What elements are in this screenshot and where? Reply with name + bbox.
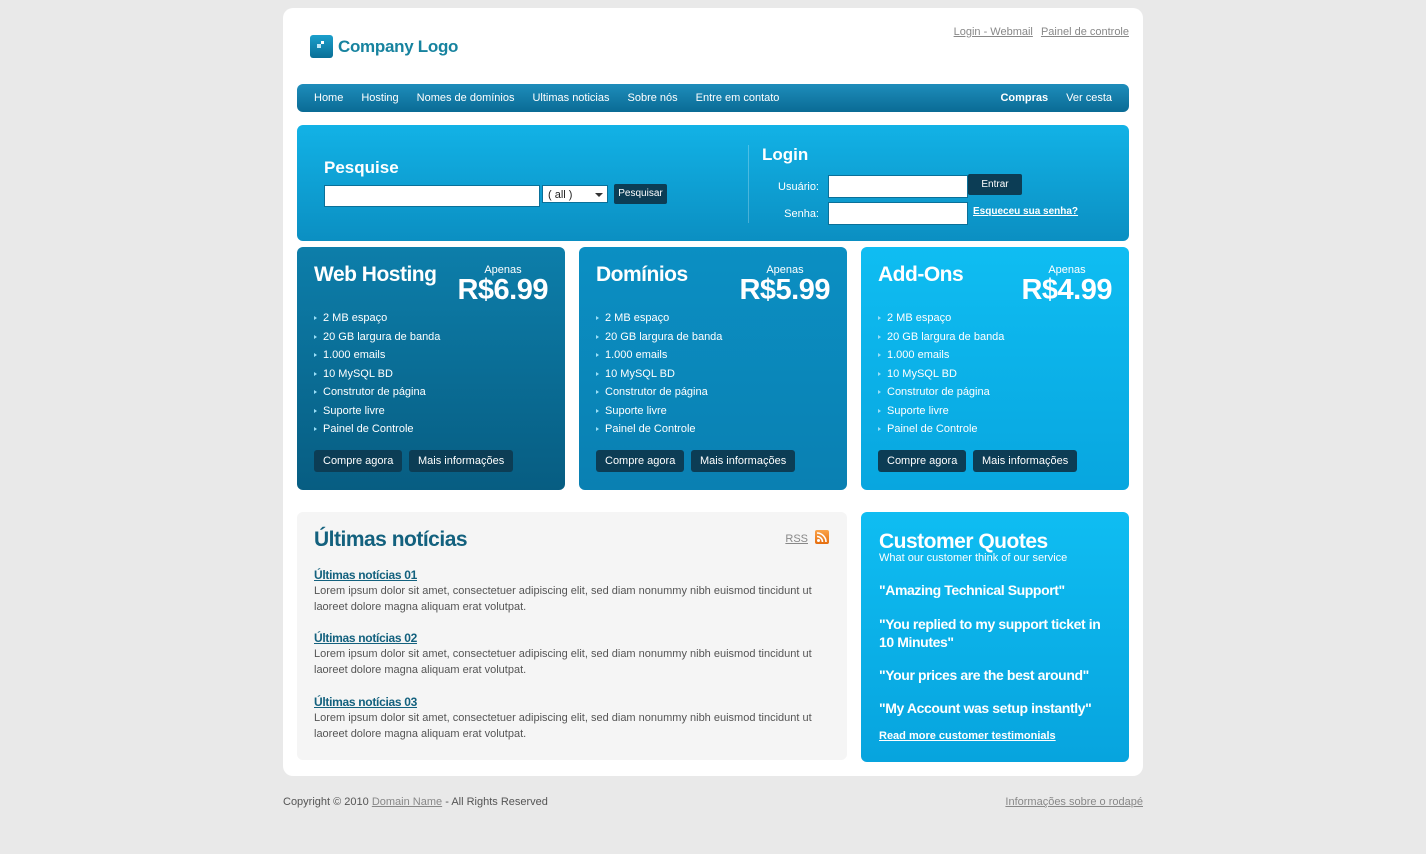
feature-item: 1.000 emails [596, 346, 722, 365]
more-info-button[interactable]: Mais informações [973, 450, 1078, 472]
feature-item: 1.000 emails [314, 346, 440, 365]
feature-item: Painel de Controle [314, 420, 440, 439]
quote-item: "Amazing Technical Support" [879, 582, 1065, 598]
feature-item: Suporte livre [596, 402, 722, 421]
news-item-title-link[interactable]: Últimas notícias 03 [314, 695, 829, 709]
feature-item: Suporte livre [314, 402, 440, 421]
search-title: Pesquise [324, 158, 399, 177]
login-title: Login [762, 145, 809, 164]
rss-link[interactable]: RSS [785, 533, 808, 545]
plan-card-web-hosting: Web Hosting Apenas R$6.99 2 MB espaço 20… [297, 247, 565, 490]
nav-contact[interactable]: Entre em contato [696, 92, 780, 104]
news-panel: Últimas notícias RSS Últimas notícias 01… [297, 512, 847, 760]
search-login-panel: Pesquise ( all ) Pesquisar Login Usuário… [297, 125, 1129, 241]
rights-text: - All Rights Reserved [445, 796, 548, 808]
plan-features: 2 MB espaço 20 GB largura de banda 1.000… [596, 309, 722, 439]
nav-view-cart[interactable]: Ver cesta [1066, 92, 1112, 104]
forgot-password-link[interactable]: Esqueceu sua senha? [973, 206, 1078, 217]
news-item: Últimas notícias 02 Lorem ipsum dolor si… [314, 631, 829, 678]
nav-home[interactable]: Home [314, 92, 343, 104]
buy-now-button[interactable]: Compre agora [878, 450, 967, 472]
feature-item: 20 GB largura de banda [596, 328, 722, 347]
username-label: Usuário: [778, 181, 819, 193]
feature-item: 20 GB largura de banda [314, 328, 440, 347]
plan-price: R$6.99 [457, 274, 548, 306]
feature-item: 10 MySQL BD [878, 365, 1004, 384]
nav-news[interactable]: Ultimas noticias [532, 92, 609, 104]
feature-item: 2 MB espaço [878, 309, 1004, 328]
rss-icon[interactable] [815, 530, 829, 544]
plan-title: Add-Ons [878, 263, 964, 286]
nav-hosting[interactable]: Hosting [361, 92, 398, 104]
news-item-text: Lorem ipsum dolor sit amet, consectetuer… [314, 648, 812, 676]
nav-domains[interactable]: Nomes de domínios [417, 92, 515, 104]
nav-about[interactable]: Sobre nós [628, 92, 678, 104]
buy-now-button[interactable]: Compre agora [314, 450, 403, 472]
feature-item: Construtor de página [878, 383, 1004, 402]
feature-item: Suporte livre [878, 402, 1004, 421]
quote-item: "Your prices are the best around" [879, 667, 1089, 683]
buy-now-button[interactable]: Compre agora [596, 450, 685, 472]
chevron-down-icon [595, 193, 603, 197]
news-item-text: Lorem ipsum dolor sit amet, consectetuer… [314, 585, 812, 613]
quote-item: "My Account was setup instantly" [879, 700, 1092, 716]
password-input[interactable] [828, 202, 968, 225]
search-category-select[interactable]: ( all ) [542, 185, 608, 203]
feature-item: 1.000 emails [878, 346, 1004, 365]
plan-features: 2 MB espaço 20 GB largura de banda 1.000… [314, 309, 440, 439]
plan-title: Domínios [596, 263, 688, 286]
feature-item: 2 MB espaço [314, 309, 440, 328]
news-item-text: Lorem ipsum dolor sit amet, consectetuer… [314, 712, 812, 740]
more-info-button[interactable]: Mais informações [409, 450, 514, 472]
news-title: Últimas notícias [314, 528, 468, 551]
panel-divider [748, 145, 749, 223]
news-item-title-link[interactable]: Últimas notícias 01 [314, 568, 829, 582]
feature-item: Painel de Controle [596, 420, 722, 439]
search-button[interactable]: Pesquisar [614, 184, 667, 204]
plan-price: R$5.99 [739, 274, 830, 306]
quote-item: "You replied to my support ticket in 10 … [879, 616, 1101, 650]
quotes-title: Customer Quotes [879, 530, 1048, 553]
more-info-button[interactable]: Mais informações [691, 450, 796, 472]
nav-shopping[interactable]: Compras [1000, 92, 1048, 104]
customer-quotes-panel: Customer Quotes What our customer think … [861, 512, 1129, 762]
footer-info-link[interactable]: Informações sobre o rodapé [1005, 796, 1143, 808]
feature-item: 10 MySQL BD [314, 365, 440, 384]
plan-card-domains: Domínios Apenas R$5.99 2 MB espaço 20 GB… [579, 247, 847, 490]
news-item-title-link[interactable]: Últimas notícias 02 [314, 631, 829, 645]
plan-features: 2 MB espaço 20 GB largura de banda 1.000… [878, 309, 1004, 439]
username-input[interactable] [828, 175, 968, 198]
domain-name-link[interactable]: Domain Name [372, 796, 442, 808]
feature-item: Construtor de página [314, 383, 440, 402]
search-input[interactable] [324, 185, 540, 207]
plan-card-addons: Add-Ons Apenas R$4.99 2 MB espaço 20 GB … [861, 247, 1129, 490]
search-select-value: ( all ) [548, 189, 573, 201]
news-item: Últimas notícias 03 Lorem ipsum dolor si… [314, 695, 829, 742]
feature-item: 10 MySQL BD [596, 365, 722, 384]
feature-item: 2 MB espaço [596, 309, 722, 328]
feature-item: Painel de Controle [878, 420, 1004, 439]
quotes-subtitle: What our customer think of our service [879, 552, 1068, 564]
copyright-text: Copyright © 2010 [283, 796, 369, 808]
footer-copyright: Copyright © 2010 Domain Name - All Right… [283, 796, 548, 808]
password-label: Senha: [784, 208, 819, 220]
plan-price: R$4.99 [1021, 274, 1112, 306]
feature-item: 20 GB largura de banda [878, 328, 1004, 347]
feature-item: Construtor de página [596, 383, 722, 402]
plan-title: Web Hosting [314, 263, 437, 286]
news-item: Últimas notícias 01 Lorem ipsum dolor si… [314, 568, 829, 615]
read-more-testimonials-link[interactable]: Read more customer testimonials [879, 730, 1056, 742]
main-nav: Home Hosting Nomes de domínios Ultimas n… [297, 84, 1129, 112]
login-button[interactable]: Entrar [968, 174, 1022, 195]
